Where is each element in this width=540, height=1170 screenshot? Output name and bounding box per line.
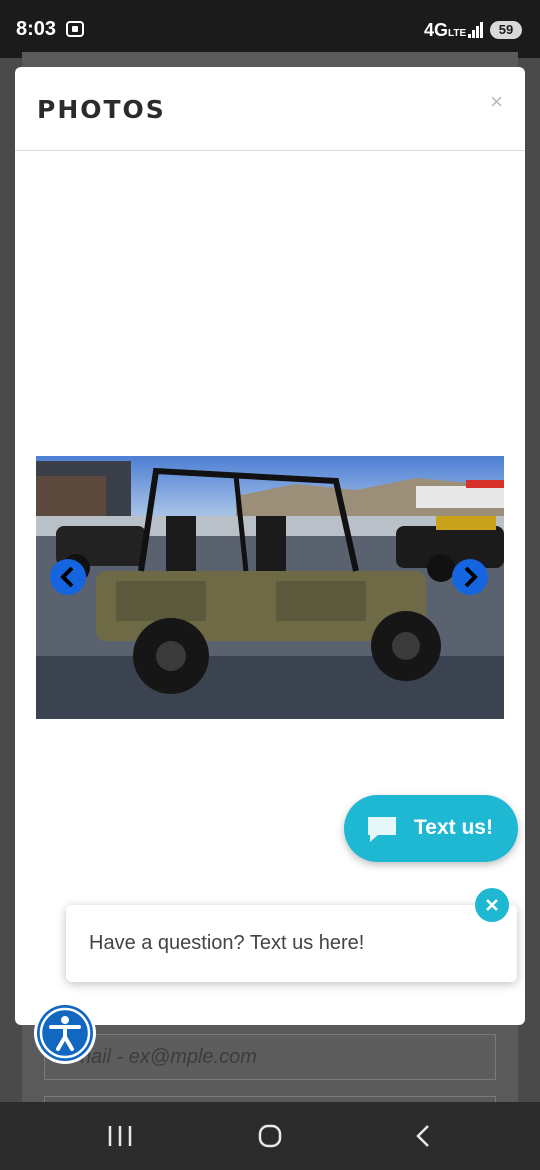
- accessibility-icon: [39, 1007, 91, 1059]
- chat-bubble-icon: [368, 817, 396, 842]
- previous-photo-button[interactable]: [50, 559, 86, 595]
- next-photo-button[interactable]: [452, 559, 488, 595]
- recent-apps-button[interactable]: [100, 1120, 140, 1152]
- text-us-button[interactable]: Text us!: [344, 795, 518, 862]
- email-field[interactable]: Email - ex@mple.com: [44, 1034, 496, 1080]
- question-text: Have a question? Text us here!: [89, 932, 365, 954]
- home-icon: [258, 1124, 282, 1148]
- system-nav-bar: [0, 1102, 540, 1170]
- question-popup[interactable]: Have a question? Text us here!: [66, 905, 517, 982]
- home-button[interactable]: [250, 1120, 290, 1152]
- vehicle-photo: [36, 456, 504, 719]
- signal-icon: [468, 22, 486, 38]
- close-button[interactable]: ×: [490, 89, 503, 115]
- battery-indicator: 59: [490, 21, 522, 39]
- back-icon: [416, 1125, 429, 1147]
- screenshot-icon: [66, 21, 84, 37]
- modal-title: PHOTOS: [37, 95, 166, 124]
- close-icon: [486, 899, 498, 911]
- text-us-label: Text us!: [414, 816, 493, 839]
- recent-apps-icon: [108, 1126, 132, 1146]
- utv-photo-illustration: [36, 456, 504, 719]
- photos-modal: PHOTOS ×: [15, 67, 525, 1025]
- chevron-right-icon: [464, 566, 478, 588]
- network-indicator: 4GLTE: [424, 20, 467, 40]
- popup-close-button[interactable]: [475, 888, 509, 922]
- status-time: 8:03: [16, 18, 57, 40]
- accessibility-button[interactable]: [34, 1002, 96, 1064]
- modal-header: PHOTOS ×: [15, 67, 525, 151]
- status-bar: 8:03 4GLTE 59: [0, 0, 540, 58]
- back-button[interactable]: [402, 1120, 442, 1152]
- chevron-left-icon: [60, 566, 74, 588]
